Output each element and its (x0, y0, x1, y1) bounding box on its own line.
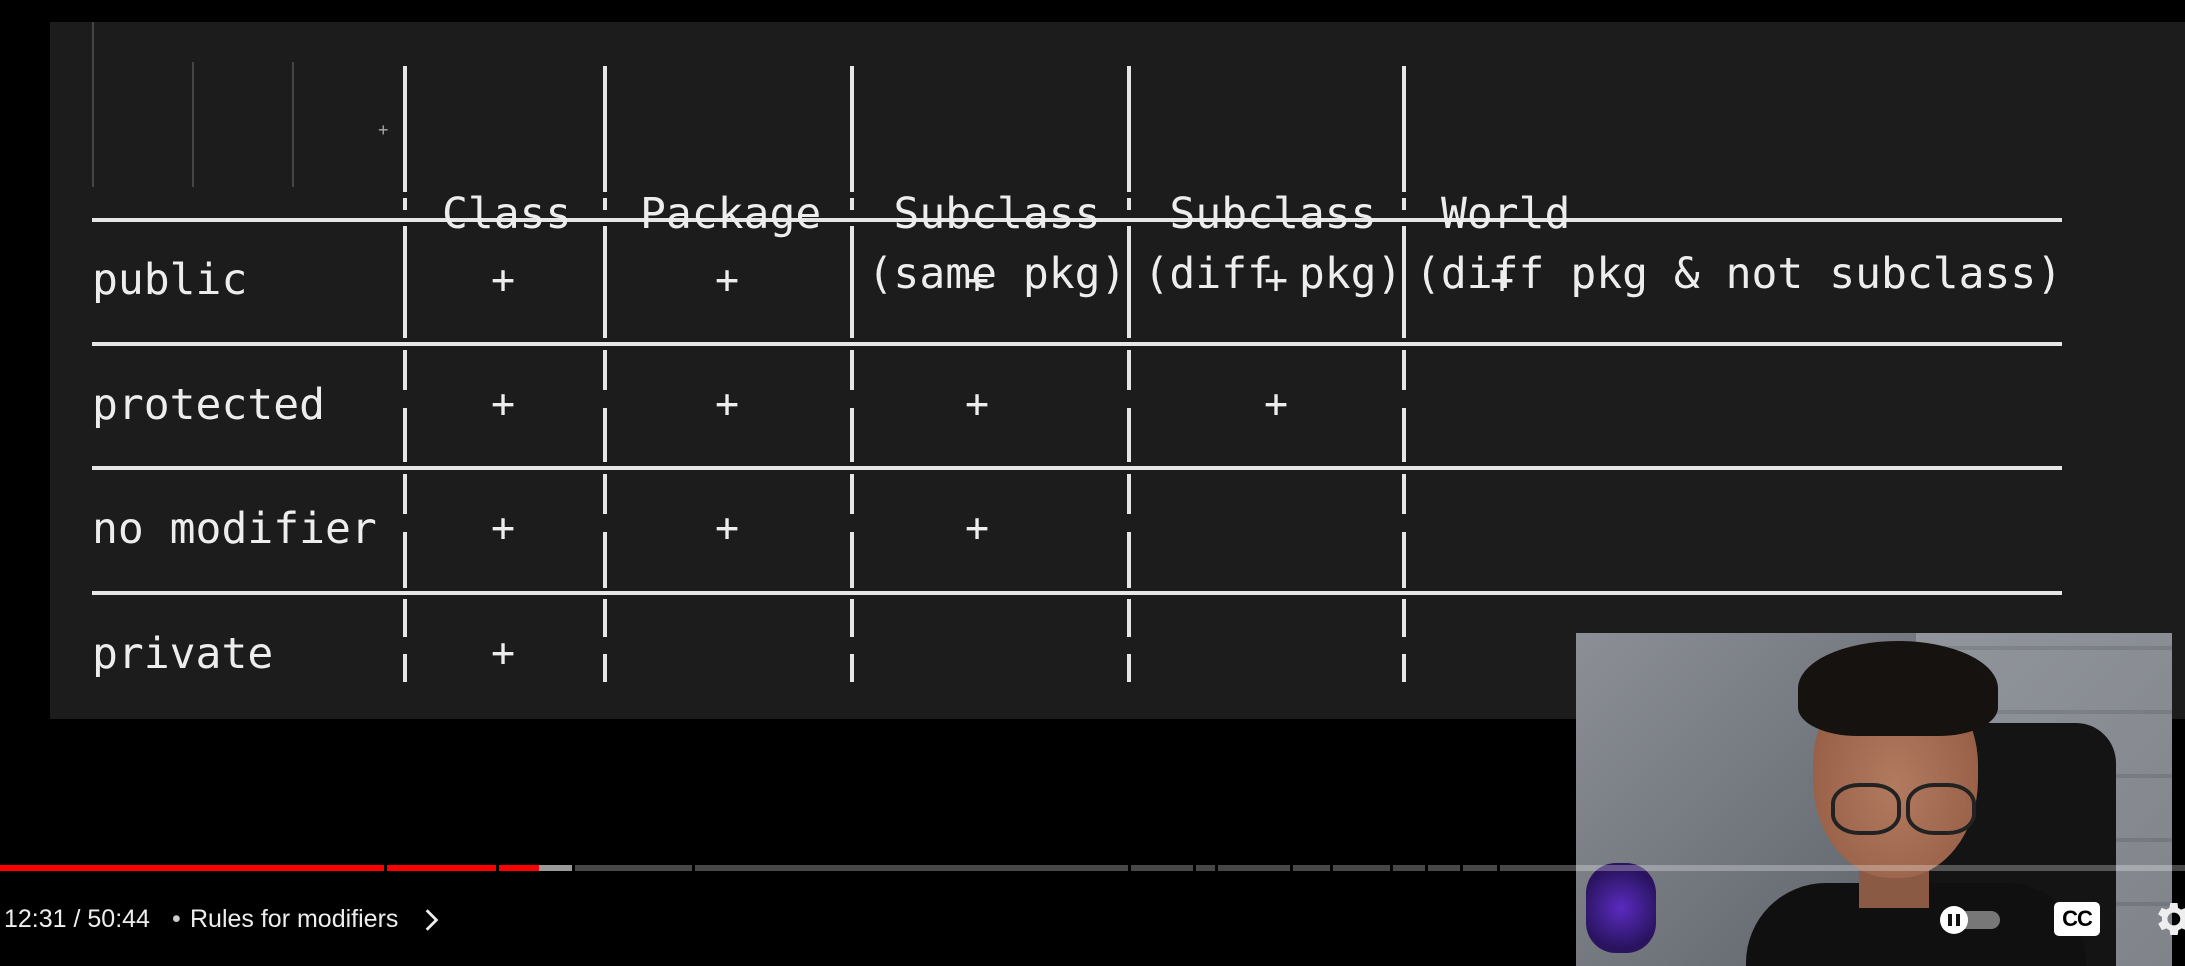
col-header-package: Package (640, 189, 822, 239)
gear-icon[interactable] (2150, 897, 2185, 941)
faint-divider (192, 62, 194, 187)
access-plus-mark: + (964, 381, 990, 427)
column-divider (603, 599, 607, 637)
access-plus-mark: + (964, 505, 990, 551)
row-label-no-modifier: no modifier (92, 504, 377, 554)
row-label-public: public (92, 255, 248, 305)
column-divider (403, 350, 407, 390)
access-plus-mark: + (490, 505, 516, 551)
column-divider (850, 350, 854, 390)
column-divider (403, 198, 407, 210)
column-divider (1402, 599, 1406, 637)
column-divider (603, 474, 607, 514)
terminal-slide: + Class Package Subclass (same pkg) Subcl… (50, 22, 2185, 719)
access-plus-mark: + (714, 381, 740, 427)
column-divider (403, 654, 407, 682)
column-divider (603, 532, 607, 588)
access-plus-mark: + (714, 257, 740, 303)
column-divider (403, 226, 407, 338)
column-divider (1127, 226, 1131, 338)
cc-button[interactable]: CC (2054, 902, 2100, 936)
column-divider (403, 408, 407, 462)
row-label-protected: protected (92, 380, 325, 430)
column-divider (1402, 474, 1406, 514)
row-divider (92, 466, 2062, 470)
column-divider (1402, 532, 1406, 588)
column-divider (850, 654, 854, 682)
progress-bar[interactable] (0, 865, 2185, 871)
progress-played (0, 865, 540, 871)
column-divider (603, 66, 607, 192)
column-divider (1127, 198, 1131, 210)
time-display: 12:31 / 50:44 (4, 905, 150, 933)
column-divider (403, 532, 407, 588)
access-plus-mark: + (490, 257, 516, 303)
column-divider (850, 66, 854, 192)
column-divider (1127, 654, 1131, 682)
cursor-marker: + (378, 120, 389, 140)
faint-divider (92, 22, 94, 187)
column-divider (603, 350, 607, 390)
column-divider (1127, 599, 1131, 637)
column-divider (403, 599, 407, 637)
col-header-class: Class (442, 189, 572, 239)
separator-dot: • (172, 905, 181, 933)
chevron-right-icon[interactable] (418, 907, 444, 933)
column-divider (603, 408, 607, 462)
faint-divider (292, 62, 294, 187)
chapter-title-button[interactable]: Rules for modifiers (190, 902, 398, 936)
autoplay-toggle[interactable] (1940, 906, 2002, 934)
column-divider (1127, 474, 1131, 514)
access-plus-mark: + (714, 505, 740, 551)
column-divider (1127, 350, 1131, 390)
column-divider (850, 226, 854, 338)
pause-icon (1940, 906, 1968, 934)
access-plus-mark: + (490, 630, 516, 676)
access-plus-mark: + (964, 257, 990, 303)
column-divider (1402, 350, 1406, 390)
column-divider (603, 198, 607, 210)
column-divider (603, 654, 607, 682)
row-divider (92, 591, 2062, 595)
column-divider (1127, 408, 1131, 462)
row-label-private: private (92, 629, 274, 679)
access-plus-mark: + (1263, 257, 1289, 303)
col-header-subclass-same: Subclass (same pkg) (867, 189, 1127, 299)
column-divider (603, 226, 607, 338)
column-divider (850, 198, 854, 210)
column-divider (403, 474, 407, 514)
column-divider (850, 408, 854, 462)
column-divider (1402, 408, 1406, 462)
column-divider (850, 532, 854, 588)
access-plus-mark: + (1263, 381, 1289, 427)
column-divider (850, 599, 854, 637)
column-divider (1127, 66, 1131, 192)
column-divider (850, 474, 854, 514)
row-divider (92, 342, 2062, 346)
access-plus-mark: + (1489, 257, 1515, 303)
access-plus-mark: + (490, 381, 516, 427)
column-divider (1127, 532, 1131, 588)
column-divider (1402, 654, 1406, 682)
column-divider (403, 66, 407, 192)
